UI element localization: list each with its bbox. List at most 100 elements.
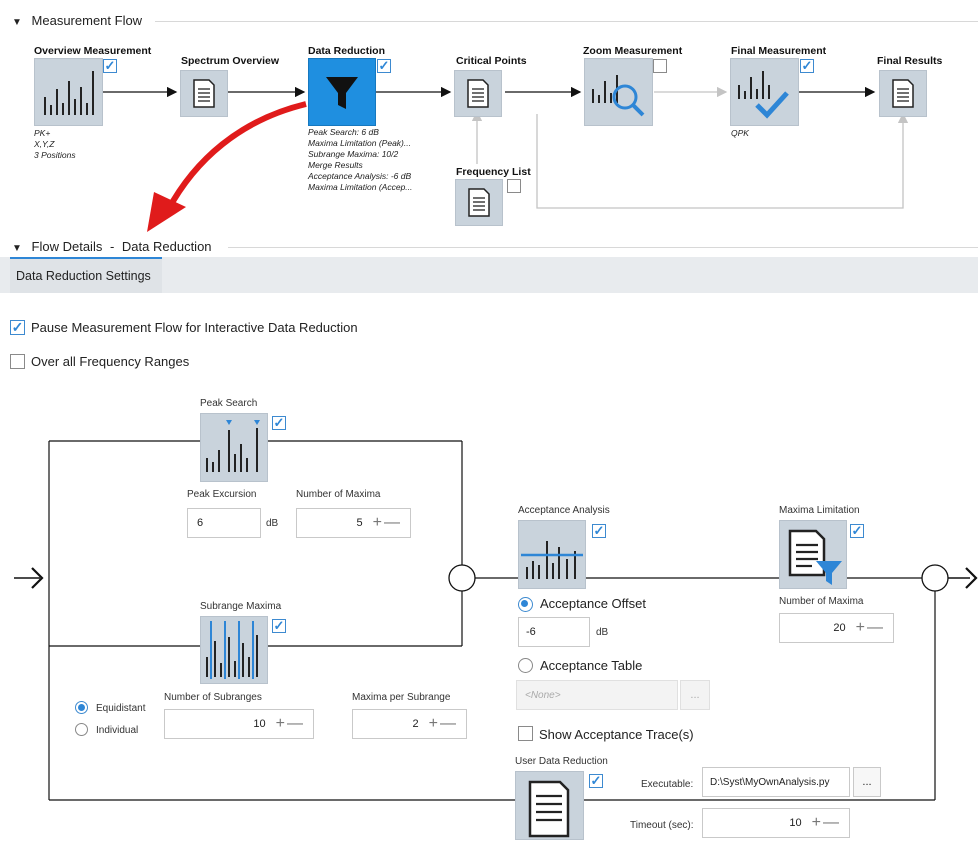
document-icon [467,79,489,108]
show-acceptance-trace-checkbox[interactable] [518,726,533,741]
acceptance-chart-icon [521,541,583,579]
timeout-stepper[interactable]: 10 +— [702,808,850,838]
filter-icon [326,77,358,109]
peak-excursion-label: Peak Excursion [187,489,257,500]
flow-details-title: Flow Details [31,239,103,254]
stepper-value: 2 [412,718,419,730]
critical-points-title: Critical Points [456,55,527,67]
final-results-node[interactable] [879,70,927,117]
header-separator: - [109,239,115,254]
flow-details-item: Data Reduction [121,239,212,254]
num-subranges-label: Number of Subranges [164,692,262,703]
acceptance-table-label: Acceptance Table [540,658,643,673]
user-data-reduction-node[interactable] [515,771,584,840]
subrange-maxima-node[interactable] [200,616,268,684]
plus-minus-icon[interactable]: +— [812,814,841,832]
document-icon [892,79,914,108]
maxima-per-subrange-stepper[interactable]: 2 +— [352,709,467,739]
peak-chart-icon [206,420,260,472]
spectrum-overview-title: Spectrum Overview [181,55,280,67]
acceptance-table-radio[interactable] [518,658,533,673]
executable-browse-button[interactable]: ... [853,767,881,797]
data-reduction-node[interactable] [308,58,376,126]
merge-node [448,564,476,592]
maxima-limitation-title: Maxima Limitation [779,505,860,516]
divider [228,247,978,248]
overview-measurement-title: Overview Measurement [34,45,152,57]
peak-excursion-unit: dB [266,518,279,529]
overview-measurement-node[interactable] [34,58,103,126]
collapse-triangle-icon[interactable]: ▼ [12,243,22,254]
document-icon [193,79,215,108]
peak-search-checkbox[interactable] [272,416,286,430]
peak-excursion-input[interactable]: 6 [187,508,261,538]
final-measurement-notes: QPK [731,128,749,138]
peak-maxima-label: Number of Maxima [296,489,381,500]
frequency-list-node[interactable] [455,179,503,226]
maxima-limitation-checkbox[interactable] [850,524,864,538]
peak-search-node[interactable] [200,413,268,482]
individual-radio[interactable] [75,723,88,736]
zoom-measurement-node[interactable] [584,58,653,126]
maxima-limitation-node[interactable] [779,520,847,589]
stepper-value: 20 [833,622,846,634]
frequency-list-checkbox[interactable] [507,179,521,193]
critical-points-node[interactable] [454,70,502,117]
over-all-ranges-label: Over all Frequency Ranges [31,354,190,369]
acceptance-analysis-checkbox[interactable] [592,524,606,538]
overview-measurement-checkbox[interactable] [103,59,117,73]
timeout-label: Timeout (sec): [630,820,694,831]
plus-minus-icon[interactable]: +— [429,715,458,733]
acceptance-offset-label: Acceptance Offset [540,596,646,611]
individual-label: Individual [96,725,139,736]
equidistant-radio[interactable] [75,701,88,714]
maxima-limitation-stepper[interactable]: 20 +— [779,613,894,643]
flow-wiring [14,86,978,801]
tab-data-reduction-settings[interactable]: Data Reduction Settings [10,257,162,293]
pause-flow-checkbox[interactable] [10,320,25,335]
maxima-limitation-num-label: Number of Maxima [779,596,864,607]
plus-minus-icon[interactable]: +— [276,715,305,733]
data-reduction-title: Data Reduction [308,45,386,57]
merge-node [921,564,949,592]
subrange-maxima-checkbox[interactable] [272,619,286,633]
frequency-list-title: Frequency List [456,166,531,178]
over-all-ranges-checkbox[interactable] [10,354,25,369]
data-reduction-checkbox[interactable] [377,59,391,73]
zoom-chart-icon [592,75,645,117]
executable-label: Executable: [641,779,694,790]
acceptance-analysis-title: Acceptance Analysis [518,505,610,516]
acceptance-offset-unit: dB [596,627,609,638]
stepper-value: 5 [356,517,363,529]
executable-input[interactable]: D:\Syst\MyOwnAnalysis.py [702,767,850,797]
plus-minus-icon[interactable]: +— [856,619,885,637]
peak-maxima-stepper[interactable]: 5 +— [296,508,411,538]
data-reduction-notes: Peak Search: 6 dB Maxima Limitation (Pea… [308,127,413,192]
collapse-triangle-icon[interactable]: ▼ [12,17,22,28]
annotation-arrowhead [147,192,186,232]
script-icon [528,780,570,838]
stepper-value: 10 [253,718,266,730]
spectrum-overview-node[interactable] [180,70,228,117]
check-chart-icon [738,71,789,119]
zoom-measurement-title: Zoom Measurement [583,45,683,57]
overview-notes: PK+ X,Y,Z 3 Positions [34,128,76,160]
connector-line [536,112,909,209]
acceptance-table-browse-button[interactable]: ... [680,680,710,710]
annotation-arrow [165,101,307,212]
final-measurement-node[interactable] [730,58,799,126]
acceptance-analysis-node[interactable] [518,520,586,589]
acceptance-offset-input[interactable]: -6 [518,617,590,647]
zoom-measurement-checkbox[interactable] [653,59,667,73]
acceptance-offset-radio[interactable] [518,597,533,612]
maxima-per-subrange-label: Maxima per Subrange [352,692,451,703]
acceptance-table-select[interactable]: <None> [516,680,678,710]
measurement-flow-header[interactable]: ▼ Measurement Flow [12,13,142,28]
flow-details-header[interactable]: ▼ Flow Details - Data Reduction [12,239,212,254]
num-subranges-stepper[interactable]: 10 +— [164,709,314,739]
final-measurement-checkbox[interactable] [800,59,814,73]
plus-minus-icon[interactable]: +— [373,514,402,532]
document-icon [468,188,490,217]
user-data-reduction-checkbox[interactable] [589,774,603,788]
user-data-reduction-title: User Data Reduction [515,756,608,767]
